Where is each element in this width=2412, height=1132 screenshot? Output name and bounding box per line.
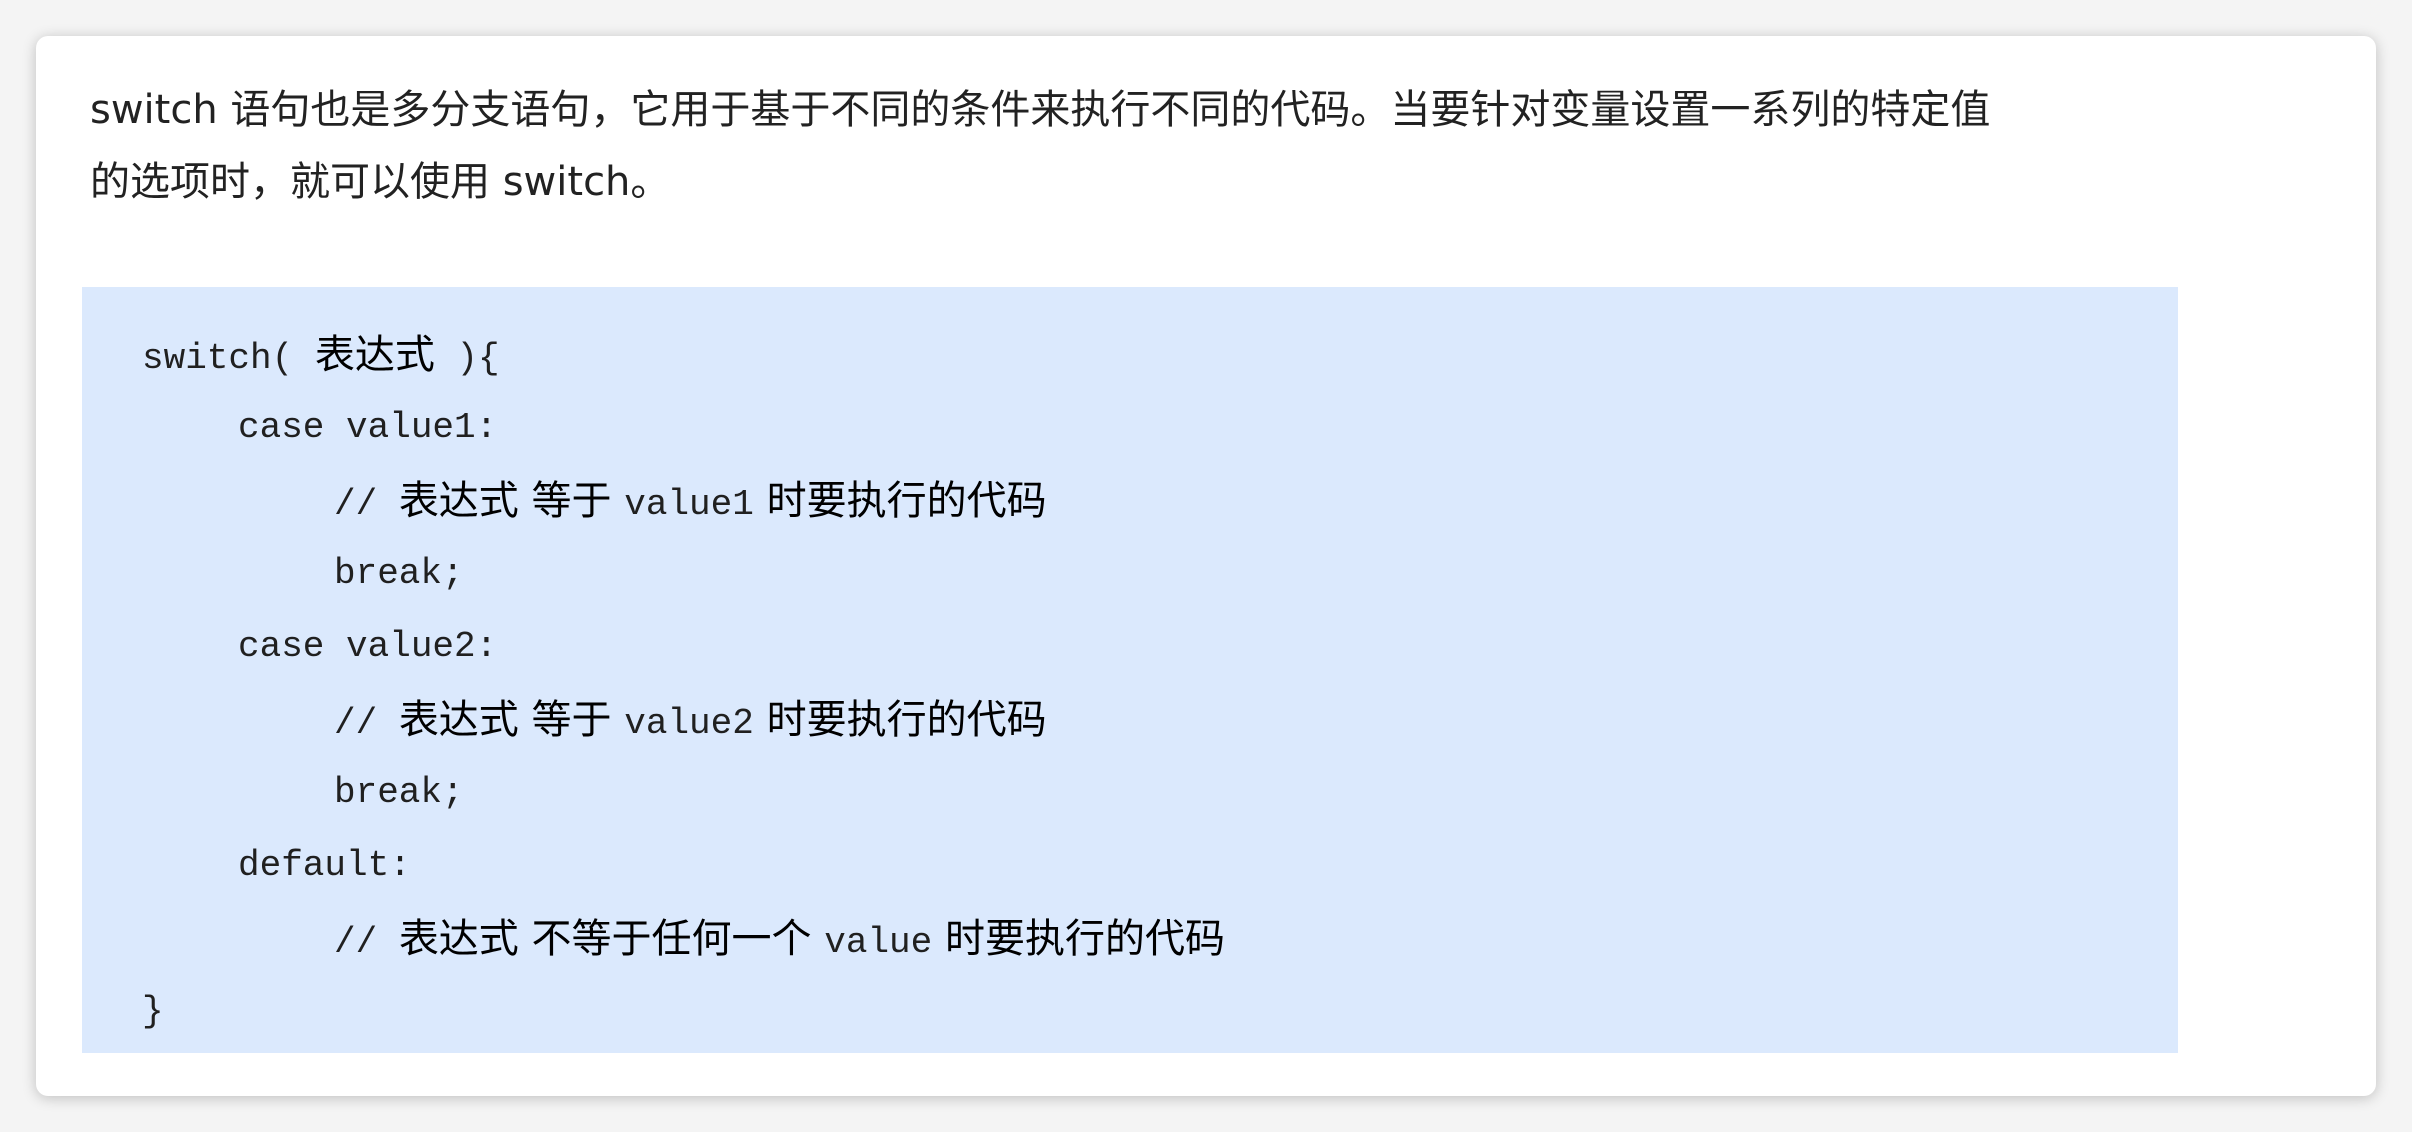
code-comment-marker: //	[334, 484, 399, 525]
code-line-break-1: break;	[82, 542, 464, 606]
code-case-value1: case value1:	[238, 407, 498, 448]
code-break: break;	[334, 553, 464, 594]
code-line-break-2: break;	[82, 761, 464, 825]
code-comment-marker: //	[334, 922, 399, 963]
code-switch-open-brace: ){	[434, 338, 500, 379]
code-comment-marker: //	[334, 703, 399, 744]
intro-line-2: 的选项时，就可以使用 switch。	[90, 159, 671, 205]
code-line-comment-1: // 表达式 等于 value1 时要执行的代码	[82, 469, 1047, 533]
code-comment-value: value2	[624, 703, 754, 744]
code-comment-value: value	[824, 922, 933, 963]
code-comment-expression: 表达式	[398, 916, 519, 962]
intro-paragraph: switch 语句也是多分支语句，它用于基于不同的条件来执行不同的代码。当要针对…	[90, 74, 2090, 218]
code-comment-value: value1	[624, 484, 754, 525]
code-expression: 表达式	[314, 332, 435, 378]
code-close-brace: }	[142, 991, 164, 1032]
code-comment-equals: 等于	[518, 697, 625, 743]
code-comment-tail: 时要执行的代码	[753, 697, 1047, 743]
code-switch-keyword: switch(	[142, 338, 315, 379]
code-comment-tail: 时要执行的代码	[753, 478, 1047, 524]
code-case-value2: case value2:	[238, 626, 498, 667]
code-line-comment-2: // 表达式 等于 value2 时要执行的代码	[82, 688, 1047, 752]
code-comment-tail: 时要执行的代码	[932, 916, 1225, 962]
code-default: default:	[238, 845, 411, 886]
intro-line-1: switch 语句也是多分支语句，它用于基于不同的条件来执行不同的代码。当要针对…	[90, 87, 1991, 133]
code-comment-expression: 表达式	[398, 697, 519, 743]
code-block: switch( 表达式 ){ case value1: // 表达式 等于 va…	[82, 287, 2178, 1053]
code-line-default: default:	[82, 834, 411, 898]
content-card: switch 语句也是多分支语句，它用于基于不同的条件来执行不同的代码。当要针对…	[36, 36, 2376, 1096]
code-comment-expression: 表达式	[398, 478, 519, 524]
code-line-comment-3: // 表达式 不等于任何一个 value 时要执行的代码	[82, 907, 1225, 971]
code-line-case-2: case value2:	[82, 615, 497, 679]
code-line-case-1: case value1:	[82, 396, 497, 460]
code-line-close-brace: }	[82, 980, 164, 1044]
code-line-switch: switch( 表达式 ){	[82, 323, 500, 387]
code-break: break;	[334, 772, 464, 813]
code-comment-not-equals: 不等于任何一个	[518, 916, 825, 962]
code-comment-equals: 等于	[518, 478, 625, 524]
